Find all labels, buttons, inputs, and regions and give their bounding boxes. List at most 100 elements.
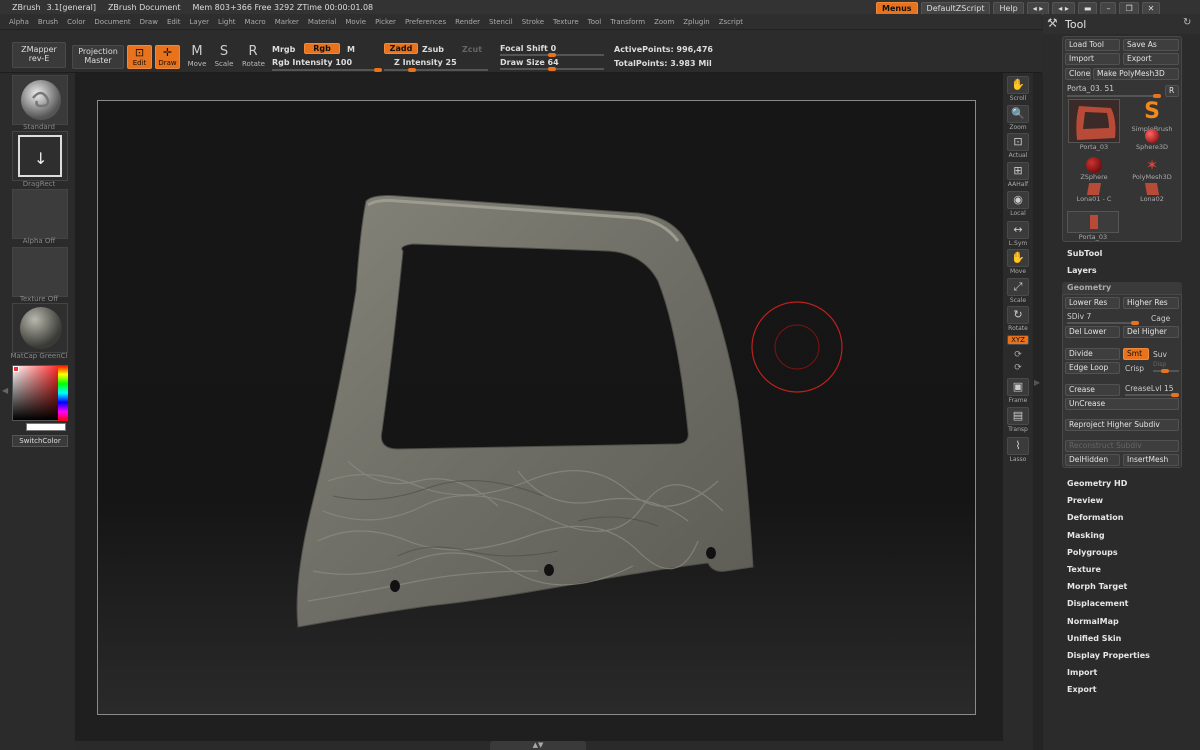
section-normalmap[interactable]: NormalMap <box>1067 617 1119 626</box>
menu-material[interactable]: Material <box>308 18 336 26</box>
m-toggle[interactable]: M <box>347 45 355 54</box>
window-menu-icon[interactable]: ▬ <box>1077 1 1098 15</box>
divide-button[interactable]: Divide <box>1065 348 1120 360</box>
subtool-menu[interactable]: SubTool <box>1067 249 1102 258</box>
save-as-button[interactable]: Save As <box>1123 39 1179 51</box>
menu-zoom[interactable]: Zoom <box>654 18 674 26</box>
load-tool-button[interactable]: Load Tool <box>1065 39 1120 51</box>
section-masking[interactable]: Masking <box>1067 531 1105 540</box>
tool-thumb-lona02[interactable]: Lona02 <box>1125 183 1179 203</box>
help-button[interactable]: Help <box>993 1 1024 15</box>
menu-alpha[interactable]: Alpha <box>9 18 29 26</box>
local-view-button[interactable]: ◉ Local <box>1006 191 1030 217</box>
menu-zplugin[interactable]: Zplugin <box>683 18 709 26</box>
zmapper-button[interactable]: ZMapper rev-E <box>12 42 66 68</box>
tool-thumb-sphere3d[interactable]: Sphere3D <box>1125 129 1179 151</box>
menu-tool[interactable]: Tool <box>588 18 602 26</box>
menu-render[interactable]: Render <box>455 18 480 26</box>
menu-macro[interactable]: Macro <box>245 18 266 26</box>
rgb-intensity-knob[interactable] <box>374 68 382 72</box>
viewport-svg[interactable] <box>98 101 977 716</box>
close-icon[interactable]: ✕ <box>1141 1 1161 15</box>
section-polygroups[interactable]: Polygroups <box>1067 548 1118 557</box>
aahalf-view-button[interactable]: ⊞ AAHalf <box>1006 162 1030 188</box>
section-displacement[interactable]: Displacement <box>1067 599 1128 608</box>
collapse-right-icon[interactable]: ▶ <box>1034 378 1040 387</box>
section-import[interactable]: Import <box>1067 668 1097 677</box>
menu-edit[interactable]: Edit <box>167 18 181 26</box>
uncrease-button[interactable]: UnCrease <box>1065 398 1179 410</box>
menus-button[interactable]: Menus <box>876 1 918 15</box>
transp-view-button[interactable]: ▤ Transp <box>1006 407 1030 433</box>
export-tool-button[interactable]: Export <box>1123 53 1179 65</box>
rotate-view-button[interactable]: ↻ Rotate <box>1006 306 1030 332</box>
tool-thumb-zsphere[interactable]: ZSphere <box>1067 157 1121 181</box>
section-display-properties[interactable]: Display Properties <box>1067 651 1150 660</box>
move-view-button[interactable]: ✋ Move <box>1006 249 1030 275</box>
menu-draw[interactable]: Draw <box>140 18 158 26</box>
section-geometry-hd[interactable]: Geometry HD <box>1067 479 1127 488</box>
zcut-toggle[interactable]: Zcut <box>462 45 482 54</box>
scale-view-button[interactable]: ⤢ Scale <box>1006 278 1030 304</box>
tool-thumb-lona01[interactable]: Lona01 - C <box>1067 183 1121 203</box>
menu-movie[interactable]: Movie <box>345 18 366 26</box>
section-texture[interactable]: Texture <box>1067 565 1101 574</box>
import-tool-button[interactable]: Import <box>1065 53 1120 65</box>
crease-button[interactable]: Crease <box>1065 384 1120 396</box>
menu-document[interactable]: Document <box>94 18 130 26</box>
make-polymesh-button[interactable]: Make PolyMesh3D <box>1093 68 1179 80</box>
draw-mode-button[interactable]: ✛ Draw <box>155 45 180 69</box>
menu-zscript[interactable]: Zscript <box>719 18 743 26</box>
secondary-color-swatch[interactable] <box>26 423 66 431</box>
creaselvl-slider[interactable] <box>1125 393 1179 397</box>
menu-preferences[interactable]: Preferences <box>405 18 446 26</box>
menu-stencil[interactable]: Stencil <box>489 18 513 26</box>
smt-toggle[interactable]: Smt <box>1123 348 1149 360</box>
disp-toggle[interactable]: Disp <box>1153 361 1166 368</box>
alpha-slot[interactable] <box>12 189 68 239</box>
nav-arrows-icon[interactable]: ◂ ▸ <box>1026 1 1050 15</box>
tool-thumb-polymesh3d[interactable]: ✶ PolyMesh3D <box>1125 157 1179 181</box>
del-higher-button[interactable]: Del Higher <box>1123 326 1179 338</box>
z-intensity-knob[interactable] <box>408 68 416 72</box>
zoom-view-button[interactable]: 🔍 Zoom <box>1006 105 1030 131</box>
clone-button[interactable]: Clone <box>1065 68 1091 80</box>
insertmesh-button[interactable]: InsertMesh <box>1123 454 1179 466</box>
edge-loop-button[interactable]: Edge Loop <box>1065 362 1120 374</box>
edit-mode-button[interactable]: ⊡ Edit <box>127 45 152 69</box>
zadd-toggle[interactable]: Zadd <box>384 43 418 54</box>
geometry-section-header[interactable]: Geometry <box>1062 282 1182 294</box>
menu-marker[interactable]: Marker <box>275 18 299 26</box>
section-morph-target[interactable]: Morph Target <box>1067 582 1127 591</box>
bottom-tray-handle[interactable]: ▲▼ <box>490 741 586 750</box>
brush-slot[interactable] <box>12 75 68 125</box>
color-swatch-main[interactable] <box>13 366 19 372</box>
stroke-slot[interactable]: ↓ <box>12 131 68 181</box>
rotate-mode-button[interactable]: R Rotate <box>242 44 265 72</box>
section-preview[interactable]: Preview <box>1067 496 1103 505</box>
draw-size-knob[interactable] <box>548 67 556 71</box>
reconstruct-button[interactable]: Reconstruct Subdiv <box>1065 440 1179 452</box>
focal-shift-slider[interactable] <box>500 53 604 57</box>
cage-toggle[interactable]: Cage <box>1151 314 1170 323</box>
focal-shift-knob[interactable] <box>548 53 556 57</box>
crisp-toggle[interactable]: Crisp <box>1125 364 1144 373</box>
section-unified-skin[interactable]: Unified Skin <box>1067 634 1121 643</box>
lasso-view-button[interactable]: ⌇ Lasso <box>1006 437 1030 463</box>
higher-res-button[interactable]: Higher Res <box>1123 297 1179 309</box>
menu-transform[interactable]: Transform <box>610 18 645 26</box>
actual-view-button[interactable]: ⊡ Actual <box>1006 133 1030 159</box>
menu-picker[interactable]: Picker <box>375 18 396 26</box>
sdiv-slider[interactable] <box>1067 321 1139 325</box>
minimize-icon[interactable]: – <box>1100 1 1117 15</box>
restore-icon[interactable]: ❐ <box>1119 1 1139 15</box>
menu-color[interactable]: Color <box>67 18 85 26</box>
hue-strip[interactable] <box>58 365 68 421</box>
menu-texture[interactable]: Texture <box>553 18 579 26</box>
material-slot[interactable] <box>12 303 68 353</box>
frame-view-button[interactable]: ▣ Frame <box>1006 378 1030 404</box>
reset-tool-button[interactable]: R <box>1165 85 1179 97</box>
document-canvas[interactable] <box>75 73 1003 741</box>
layers-menu[interactable]: Layers <box>1067 266 1097 275</box>
menu-brush[interactable]: Brush <box>38 18 58 26</box>
